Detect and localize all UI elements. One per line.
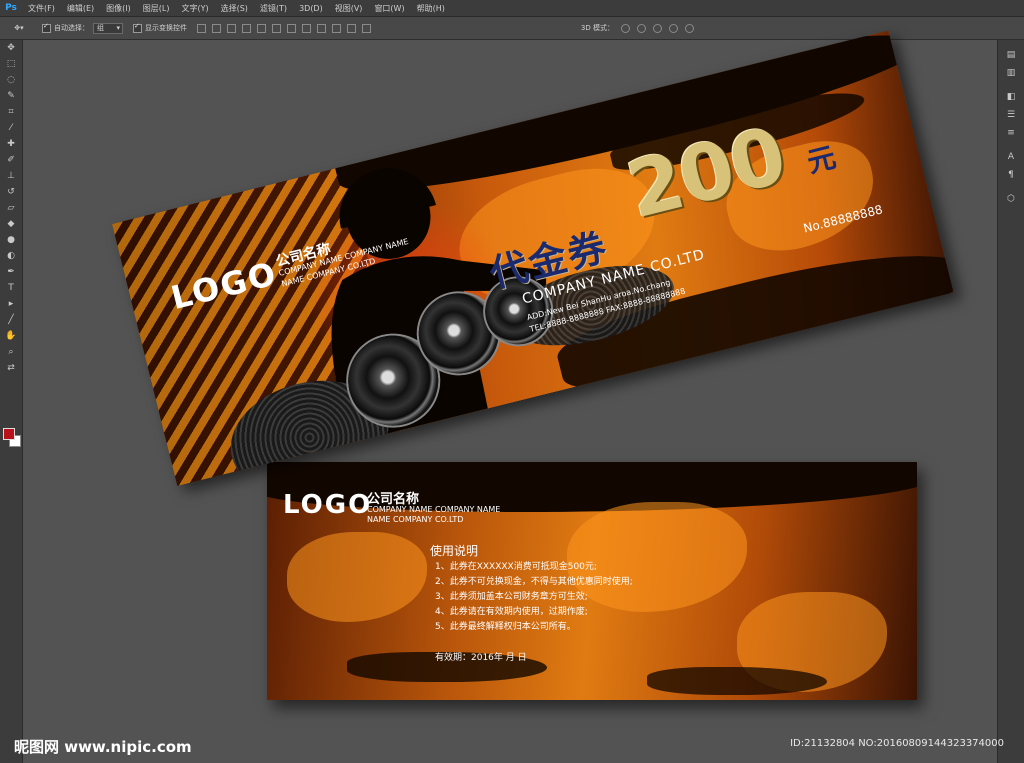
usage-rule: 3、此券须加盖本公司财务章方可生效; (435, 592, 588, 602)
distribute-right-icon[interactable] (362, 23, 371, 33)
align-middle-icon[interactable] (212, 23, 221, 33)
tools-panel: ✥ ⬚ ◌ ✎ ⌗ ⁄ ✚ ✐ ⊥ ↺ ▱ ◆ ● ◐ ✒ T ▸ ╱ ✋ ⌕ … (0, 40, 23, 763)
menu-edit[interactable]: 编辑(E) (61, 3, 100, 14)
character-panel-icon[interactable]: A (998, 148, 1024, 166)
voucher-back: LOGO 公司名称 COMPANY NAME COMPANY NAME NAME… (267, 462, 917, 700)
path-select-icon[interactable]: ▸ (0, 296, 22, 312)
back-company-en-1: COMPANY NAME COMPANY NAME (367, 505, 501, 514)
menu-select[interactable]: 选择(S) (215, 3, 254, 14)
distribute-left-icon[interactable] (332, 23, 341, 33)
usage-rule: 5、此券最终解释权归本公司所有。 (435, 622, 576, 632)
distribute-top-icon[interactable] (287, 23, 296, 33)
photoshop-logo: Ps (5, 3, 17, 13)
3d-slide-icon[interactable] (669, 23, 678, 33)
align-top-icon[interactable] (197, 23, 206, 33)
usage-title: 使用说明 (430, 544, 479, 558)
menu-image[interactable]: 图像(I) (100, 3, 137, 14)
brush-tool-icon[interactable]: ✐ (0, 152, 22, 168)
paint-bucket-icon[interactable]: ◆ (0, 216, 22, 232)
align-buttons (197, 23, 371, 33)
show-transform-checkbox[interactable]: 显示变换控件 (133, 22, 187, 33)
history-panel-icon[interactable]: ▤ (998, 46, 1024, 64)
crop-tool-icon[interactable]: ⌗ (0, 104, 22, 120)
watermark-image-id: ID:21132804 NO:20160809144323374000 (790, 738, 1004, 749)
show-transform-label: 显示变换控件 (145, 24, 187, 32)
3d-pan-icon[interactable] (653, 23, 662, 33)
adjustments-panel-icon[interactable]: ◧ (998, 88, 1024, 106)
menu-file[interactable]: 文件(F) (22, 3, 61, 14)
panel-dock: ▤ ▥ ◧ ☰ ≡ A ¶ ⬡ (997, 40, 1024, 763)
marquee-tool-icon[interactable]: ⬚ (0, 56, 22, 72)
move-tool-icon: ✥▾ (14, 24, 24, 32)
3d-roll-icon[interactable] (637, 23, 646, 33)
align-bottom-icon[interactable] (227, 23, 236, 33)
menu-layer[interactable]: 图层(L) (137, 3, 176, 14)
back-company-en-2: NAME COMPANY CO.LTD (367, 515, 464, 524)
menu-bar: Ps 文件(F) 编辑(E) 图像(I) 图层(L) 文字(Y) 选择(S) 滤… (0, 0, 1024, 17)
paragraph-panel-icon[interactable]: ¶ (998, 166, 1024, 184)
properties-panel-icon[interactable]: ▥ (998, 64, 1024, 82)
menu-type[interactable]: 文字(Y) (175, 3, 214, 14)
menu-view[interactable]: 视图(V) (329, 3, 369, 14)
usage-rule: 4、此券请在有效期内使用，过期作废; (435, 607, 588, 617)
usage-rules: 1、此券在XXXXXX消费可抵现金500元; 2、此券不可兑换现金，不得与其他优… (435, 560, 633, 635)
align-right-icon[interactable] (272, 23, 281, 33)
lasso-tool-icon[interactable]: ◌ (0, 72, 22, 88)
distribute-center-icon[interactable] (347, 23, 356, 33)
3d-mode-label: 3D 模式： (580, 24, 614, 32)
auto-select-label: 自动选择： (54, 24, 89, 32)
validity-date: 有效期：2016年 月 日 (435, 653, 527, 663)
back-logo: LOGO (283, 490, 373, 520)
type-tool-icon[interactable]: T (0, 280, 22, 296)
ink-splash (647, 667, 827, 695)
line-tool-icon[interactable]: ╱ (0, 312, 22, 328)
reset-colors-icon[interactable]: ⇄ (0, 360, 22, 376)
auto-select-value: 组 (97, 24, 104, 32)
checkbox-icon (133, 22, 142, 33)
brush-settings-icon[interactable]: ≡ (998, 124, 1024, 142)
distribute-bottom-icon[interactable] (317, 23, 326, 33)
chevron-down-icon: ▾ (116, 24, 120, 32)
usage-rule: 1、此券在XXXXXX消费可抵现金500元; (435, 562, 597, 572)
pen-tool-icon[interactable]: ✒ (0, 264, 22, 280)
eraser-tool-icon[interactable]: ▱ (0, 200, 22, 216)
menu-3d[interactable]: 3D(D) (293, 4, 329, 13)
align-center-icon[interactable] (257, 23, 266, 33)
blur-tool-icon[interactable]: ● (0, 232, 22, 248)
3d-mode-group: 3D 模式： (581, 23, 694, 33)
healing-brush-icon[interactable]: ✚ (0, 136, 22, 152)
hand-tool-icon[interactable]: ✋ (0, 328, 22, 344)
tool-preset-picker[interactable]: ✥▾ (6, 20, 32, 36)
distribute-middle-icon[interactable] (302, 23, 311, 33)
clone-stamp-icon[interactable]: ⊥ (0, 168, 22, 184)
auto-select-checkbox[interactable]: 自动选择： (42, 22, 89, 33)
watermark-site: 昵图网 www.nipic.com (14, 738, 192, 756)
usage-rule: 2、此券不可兑换现金，不得与其他优惠同时使用; (435, 577, 633, 587)
menu-help[interactable]: 帮助(H) (411, 3, 451, 14)
checkbox-icon (42, 22, 51, 33)
history-brush-icon[interactable]: ↺ (0, 184, 22, 200)
watermark-bar: 昵图网 www.nipic.com ID:21132804 NO:2016080… (0, 730, 1024, 763)
document-canvas[interactable]: LOGO 公司名称 COMPANY NAME COMPANY NAME NAME… (22, 30, 998, 730)
quick-select-tool-icon[interactable]: ✎ (0, 88, 22, 104)
menu-filter[interactable]: 滤镜(T) (254, 3, 293, 14)
voucher-front: LOGO 公司名称 COMPANY NAME COMPANY NAME NAME… (112, 30, 954, 486)
eyedropper-tool-icon[interactable]: ⁄ (0, 120, 22, 136)
menu-window[interactable]: 窗口(W) (368, 3, 410, 14)
3d-rotate-icon[interactable] (621, 23, 630, 33)
3d-scale-icon[interactable] (685, 23, 694, 33)
3d-panel-icon[interactable]: ⬡ (998, 190, 1024, 208)
move-tool-icon[interactable]: ✥ (0, 40, 22, 56)
zoom-tool-icon[interactable]: ⌕ (0, 344, 22, 360)
auto-select-dropdown[interactable]: 组 ▾ (93, 22, 123, 34)
foreground-color-swatch[interactable] (3, 428, 15, 440)
dodge-tool-icon[interactable]: ◐ (0, 248, 22, 264)
align-left-icon[interactable] (242, 23, 251, 33)
styles-panel-icon[interactable]: ☰ (998, 106, 1024, 124)
